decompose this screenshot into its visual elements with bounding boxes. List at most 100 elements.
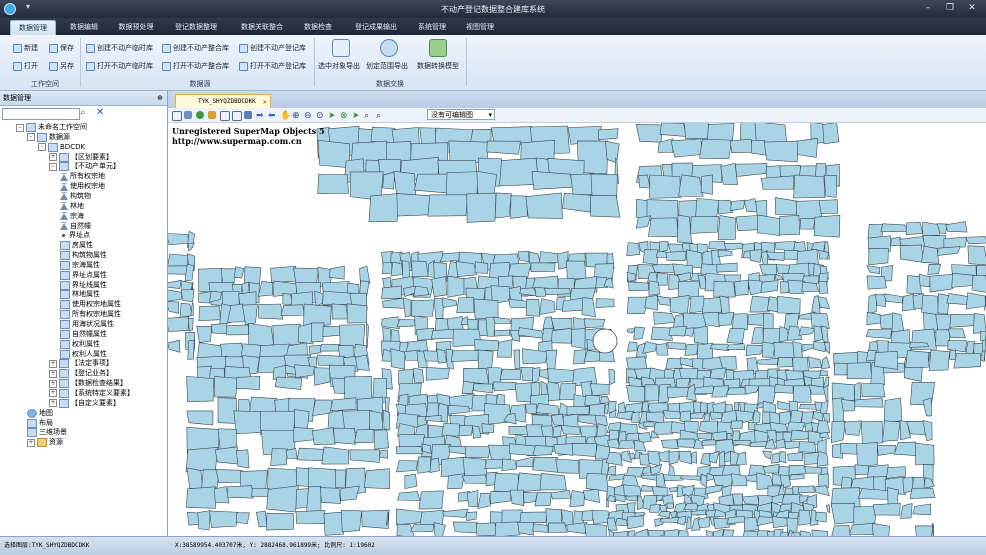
export-range-icon-wrap[interactable] (380, 39, 398, 57)
new-workspace-button[interactable]: 新建 (13, 43, 38, 53)
query-icon[interactable]: ⌕ (364, 111, 372, 121)
zoom-out-icon[interactable]: ⊖ (304, 111, 312, 121)
collapse-icon[interactable]: - (16, 123, 24, 132)
save-as-workspace-button[interactable]: 另存 (49, 61, 74, 71)
tab-view-management[interactable]: 视图管理 (460, 20, 500, 35)
tree-node[interactable]: + 【法定事项】 (49, 359, 113, 369)
tree-node[interactable]: 房属性 (60, 241, 93, 251)
tree-node[interactable]: - 未命名工作空间 (16, 123, 87, 132)
convert-model-button[interactable]: 数据转换模型 (417, 61, 459, 71)
close-tab-icon[interactable]: ✕ (263, 95, 267, 109)
restore-icon[interactable]: ❐ (940, 1, 960, 15)
expand-icon[interactable]: + (49, 379, 57, 388)
save-workspace-button[interactable]: 保存 (49, 43, 74, 53)
tree-node[interactable]: 所有权宗地属性 (60, 310, 121, 320)
tab-reg-output[interactable]: 登记成果输出 (348, 20, 404, 35)
tree-node[interactable]: + 资源 (27, 438, 63, 448)
open-temp-db-button[interactable]: 打开不动产临时库 (86, 61, 153, 71)
tree-node[interactable]: + 【登记业务】 (49, 369, 113, 379)
tree-node[interactable]: 自然幢属性 (60, 329, 107, 339)
tab-data-edit[interactable]: 数据编辑 (62, 20, 106, 35)
tree-node[interactable]: 界址线属性 (60, 280, 107, 290)
tree-node[interactable]: - BDCDK (38, 142, 85, 152)
tree-node[interactable]: + 【系统特定义要素】 (49, 388, 134, 398)
tab-system-management[interactable]: 系统管理 (412, 20, 452, 35)
refresh-icon[interactable]: ➤ (352, 111, 360, 121)
parcel-map[interactable] (168, 123, 986, 536)
tree-node[interactable]: 宗海属性 (60, 260, 100, 270)
create-temp-db-button[interactable]: 创建不动产临时库 (86, 43, 153, 53)
tree-node[interactable]: 林地属性 (60, 290, 100, 300)
tree-node[interactable]: 自然幢 (60, 222, 91, 231)
expand-icon[interactable]: + (49, 359, 57, 368)
export-range-button[interactable]: 划定范围导出 (366, 61, 408, 71)
tree-node[interactable]: 构筑物属性 (60, 251, 107, 261)
search-icon[interactable]: ⌕ (80, 107, 86, 118)
tree-node[interactable]: + 【自定义要素】 (49, 398, 120, 408)
tree-node[interactable]: 权利属性 (60, 339, 100, 349)
parcel (649, 174, 681, 199)
tree-node[interactable]: 地图 (27, 408, 53, 418)
minimize-icon[interactable]: – (918, 1, 938, 15)
tree-node[interactable]: 所有权宗地 (60, 172, 105, 181)
close-icon[interactable]: ✕ (962, 1, 982, 15)
tree-node[interactable]: + 【数据检查结果】 (49, 379, 127, 389)
tree-node[interactable]: + 【区划要素】 (49, 152, 113, 162)
tree-node[interactable]: 权利人属性 (60, 349, 107, 359)
tree-node[interactable]: 布局 (27, 418, 53, 428)
expand-icon[interactable]: + (49, 399, 57, 408)
tree-node[interactable]: 构筑物 (60, 192, 91, 201)
clear-icon[interactable]: ✕ (96, 107, 104, 118)
measure-icon[interactable]: ⊗ (340, 111, 348, 121)
tree-node[interactable]: 界址点 (60, 231, 90, 240)
tree-node[interactable]: - 数据源 (27, 132, 70, 142)
tree-node[interactable]: 林地 (60, 202, 84, 211)
tree-node[interactable]: 用海状况属性 (60, 320, 114, 329)
select-icon[interactable] (172, 111, 182, 121)
tree-node[interactable]: - 【不动产单元】 (49, 162, 120, 172)
tree-node[interactable]: 使用权宗地属性 (60, 300, 121, 310)
tree-node[interactable]: 宗海 (60, 212, 84, 221)
expand-icon[interactable]: + (49, 369, 57, 378)
tab-data-management[interactable]: 数据管理 (10, 20, 56, 36)
pencil-icon[interactable] (208, 111, 216, 119)
open-merge-db-button[interactable]: 打开不动产整合库 (162, 61, 229, 71)
editable-layer-select[interactable]: 没有可编辑图 ▾ (427, 109, 495, 120)
tab-data-preprocess[interactable]: 数据预处理 (112, 20, 160, 35)
tree-node[interactable]: 三维场景 (27, 428, 67, 438)
back-icon[interactable]: ⬅ (268, 111, 276, 121)
pan-icon[interactable]: ✋ (280, 111, 291, 121)
open-workspace-button[interactable]: 打开 (13, 61, 38, 71)
zoom-in-icon[interactable]: ⊕ (292, 111, 300, 121)
map-canvas[interactable]: Unregistered SuperMap Objects 5 http://w… (168, 123, 986, 536)
tree-node[interactable]: 使用权宗地 (60, 182, 105, 191)
table-icon[interactable] (232, 111, 242, 121)
forward-icon[interactable]: ➡ (256, 111, 264, 121)
layer-icon[interactable] (196, 111, 204, 119)
collapse-icon[interactable]: - (49, 162, 57, 171)
expand-icon[interactable]: + (27, 438, 35, 447)
pin-icon[interactable]: ⊕ (157, 91, 163, 105)
identify-icon[interactable]: ➤ (328, 111, 336, 121)
tab-data-check[interactable]: 数据检查 (298, 20, 338, 35)
tree-node[interactable]: 界址点属性 (60, 270, 107, 280)
query-area-icon[interactable]: ⌕ (376, 111, 384, 121)
export-selected-button[interactable]: 选中对象导出 (318, 61, 360, 71)
search-input[interactable] (2, 108, 80, 120)
tab-data-link-integrate[interactable]: 数据关联整合 (234, 20, 290, 35)
full-extent-icon[interactable] (244, 111, 252, 119)
tab-map-window[interactable]: TYK_SHYQZDBDCDKK ✕ (175, 94, 271, 108)
expand-icon[interactable]: + (49, 389, 57, 398)
convert-model-icon-wrap[interactable] (429, 39, 447, 57)
zoom-window-icon[interactable]: ⊙ (316, 111, 324, 121)
open-reg-db-button[interactable]: 打开不动产登记库 (239, 61, 306, 71)
tab-reg-data-organize[interactable]: 登记数据整理 (168, 20, 224, 35)
collapse-icon[interactable]: - (27, 133, 35, 142)
expand-icon[interactable]: + (49, 153, 57, 162)
create-merge-db-button[interactable]: 创建不动产整合库 (162, 43, 229, 53)
export-selected-icon-wrap[interactable] (332, 39, 350, 57)
properties-icon[interactable] (220, 111, 230, 121)
create-reg-db-button[interactable]: 创建不动产登记库 (239, 43, 306, 53)
collapse-icon[interactable]: - (38, 143, 46, 152)
edit-icon[interactable] (184, 111, 192, 119)
